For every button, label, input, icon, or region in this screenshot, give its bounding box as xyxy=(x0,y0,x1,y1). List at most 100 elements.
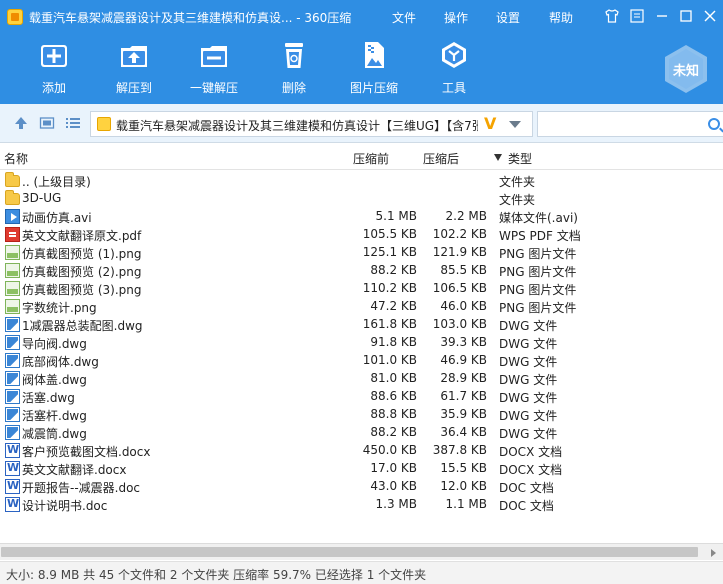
file-row[interactable]: 英文文献翻译.docx 17.0 KB 15.5 KB DOCX 文档 xyxy=(0,460,723,478)
list-header: 名称 压缩前 压缩后 类型 xyxy=(0,146,723,170)
column-compressed-size[interactable]: 压缩后 xyxy=(423,150,459,167)
file-row[interactable]: 阀体盖.dwg 81.0 KB 28.9 KB DWG 文件 xyxy=(0,370,723,388)
list-view-icon[interactable] xyxy=(65,115,81,131)
one-click-extract-label: 一键解压 xyxy=(189,81,238,95)
search-icon[interactable] xyxy=(708,118,720,130)
file-row[interactable]: 动画仿真.avi 5.1 MB 2.2 MB 媒体文件(.avi) xyxy=(0,208,723,226)
menu-icon[interactable] xyxy=(627,6,647,26)
file-row[interactable]: 活塞.dwg 88.6 KB 61.7 KB DWG 文件 xyxy=(0,388,723,406)
dwg-file-icon xyxy=(5,317,20,332)
file-original-size: 450.0 KB xyxy=(362,443,417,457)
window-title: 载重汽车悬架减震器设计及其三维建模和仿真设... - 360压缩 xyxy=(29,11,352,25)
file-original-size: 88.2 KB xyxy=(370,425,417,439)
file-row[interactable]: 1减震器总装配图.dwg 161.8 KB 103.0 KB DWG 文件 xyxy=(0,316,723,334)
file-type: DWG 文件 xyxy=(499,373,558,387)
extract-to-label: 解压到 xyxy=(115,81,152,95)
doc-file-icon xyxy=(5,443,20,458)
file-name: 底部阀体.dwg xyxy=(22,355,99,369)
maximize-icon[interactable] xyxy=(676,6,696,26)
file-name: 开题报告--减震器.doc xyxy=(22,481,141,495)
address-dropdown-icon[interactable] xyxy=(509,121,521,128)
file-compressed-size: 15.5 KB xyxy=(440,461,487,475)
file-row[interactable]: .. (上级目录) 文件夹 xyxy=(0,172,723,190)
file-row[interactable]: 英文文献翻译原文.pdf 105.5 KB 102.2 KB WPS PDF 文档 xyxy=(0,226,723,244)
file-type: 文件夹 xyxy=(499,175,536,189)
file-name: 动画仿真.avi xyxy=(22,211,92,225)
scrollbar-thumb[interactable] xyxy=(1,547,698,557)
tools-icon xyxy=(442,42,466,68)
delete-icon xyxy=(285,43,303,68)
file-compressed-size: 46.9 KB xyxy=(440,353,487,367)
file-compressed-size: 85.5 KB xyxy=(440,263,487,277)
thumbnail-view-icon[interactable] xyxy=(39,115,55,131)
file-original-size: 88.2 KB xyxy=(370,263,417,277)
file-name: 阀体盖.dwg xyxy=(22,373,87,387)
menu-help[interactable]: 帮助 xyxy=(549,9,573,26)
close-icon[interactable] xyxy=(700,6,720,26)
png-file-icon xyxy=(5,263,20,278)
file-type: DWG 文件 xyxy=(499,391,558,405)
tools-button[interactable]: 工具 xyxy=(422,38,486,100)
file-original-size: 101.0 KB xyxy=(362,353,417,367)
vip-icon[interactable]: V xyxy=(484,114,496,133)
file-name: 导向阀.dwg xyxy=(22,337,87,351)
file-name: 设计说明书.doc xyxy=(22,499,108,513)
menu-settings[interactable]: 设置 xyxy=(496,9,520,26)
one-click-extract-icon xyxy=(201,46,227,67)
file-row[interactable]: 活塞杆.dwg 88.8 KB 35.9 KB DWG 文件 xyxy=(0,406,723,424)
add-button[interactable]: 添加 xyxy=(22,38,86,100)
file-row[interactable]: 开题报告--减震器.doc 43.0 KB 12.0 KB DOC 文档 xyxy=(0,478,723,496)
dwg-file-icon xyxy=(5,389,20,404)
image-compress-icon xyxy=(365,42,384,68)
file-name: .. (上级目录) xyxy=(22,175,91,189)
file-compressed-size: 102.2 KB xyxy=(432,227,487,241)
file-name: 减震筒.dwg xyxy=(22,427,87,441)
file-row[interactable]: 设计说明书.doc 1.3 MB 1.1 MB DOC 文档 xyxy=(0,496,723,514)
column-name[interactable]: 名称 xyxy=(4,150,28,167)
search-box[interactable] xyxy=(537,111,723,137)
title-bar: 载重汽车悬架减震器设计及其三维建模和仿真设... - 360压缩 文件 操作 设… xyxy=(0,0,723,34)
menu-file[interactable]: 文件 xyxy=(392,9,416,26)
skin-icon[interactable] xyxy=(602,6,622,26)
file-row[interactable]: 底部阀体.dwg 101.0 KB 46.9 KB DWG 文件 xyxy=(0,352,723,370)
file-name: 1减震器总装配图.dwg xyxy=(22,319,143,333)
extract-to-button[interactable]: 解压到 xyxy=(102,38,166,100)
file-row[interactable]: 客户预览截图文档.docx 450.0 KB 387.8 KB DOCX 文档 xyxy=(0,442,723,460)
file-original-size: 43.0 KB xyxy=(370,479,417,493)
file-compressed-size: 121.9 KB xyxy=(432,245,487,259)
one-click-extract-button[interactable]: 一键解压 xyxy=(182,38,246,100)
file-row[interactable]: 仿真截图预览 (3).png 110.2 KB 106.5 KB PNG 图片文件 xyxy=(0,280,723,298)
address-bar[interactable]: 载重汽车悬架减震器设计及其三维建模和仿真设计【三维UG】【含7张 V xyxy=(90,111,533,137)
file-row[interactable]: 导向阀.dwg 91.8 KB 39.3 KB DWG 文件 xyxy=(0,334,723,352)
delete-label: 删除 xyxy=(281,81,306,95)
file-row[interactable]: 3D-UG 文件夹 xyxy=(0,190,723,208)
file-compressed-size: 1.1 MB xyxy=(445,497,487,511)
scroll-right-icon[interactable] xyxy=(711,549,716,557)
minimize-icon[interactable] xyxy=(652,6,672,26)
image-compress-button[interactable]: 图片压缩 xyxy=(342,38,406,100)
search-input[interactable] xyxy=(542,115,702,133)
file-row[interactable]: 仿真截图预览 (1).png 125.1 KB 121.9 KB PNG 图片文件 xyxy=(0,244,723,262)
account-badge[interactable]: 未知 xyxy=(663,44,709,94)
file-compressed-size: 46.0 KB xyxy=(440,299,487,313)
file-type: DWG 文件 xyxy=(499,355,558,369)
account-status: 未知 xyxy=(672,64,699,79)
file-type: PNG 图片文件 xyxy=(499,301,577,315)
column-original-size[interactable]: 压缩前 xyxy=(353,150,389,167)
horizontal-scrollbar[interactable] xyxy=(0,543,723,560)
menu-operation[interactable]: 操作 xyxy=(444,9,468,26)
up-arrow-icon[interactable] xyxy=(13,115,29,131)
folder-file-icon xyxy=(5,172,20,187)
file-row[interactable]: 仿真截图预览 (2).png 88.2 KB 85.5 KB PNG 图片文件 xyxy=(0,262,723,280)
image-compress-label: 图片压缩 xyxy=(349,81,398,95)
delete-button[interactable]: 删除 xyxy=(262,38,326,100)
file-type: DOC 文档 xyxy=(499,481,554,495)
column-type[interactable]: 类型 xyxy=(508,150,532,167)
file-row[interactable]: 减震筒.dwg 88.2 KB 36.4 KB DWG 文件 xyxy=(0,424,723,442)
status-bar: 大小: 8.9 MB 共 45 个文件和 2 个文件夹 压缩率 59.7% 已经… xyxy=(0,561,723,584)
file-name: 客户预览截图文档.docx xyxy=(22,445,151,459)
file-type: 媒体文件(.avi) xyxy=(499,211,578,225)
file-type: DWG 文件 xyxy=(499,409,558,423)
file-row[interactable]: 字数统计.png 47.2 KB 46.0 KB PNG 图片文件 xyxy=(0,298,723,316)
file-compressed-size: 61.7 KB xyxy=(440,389,487,403)
